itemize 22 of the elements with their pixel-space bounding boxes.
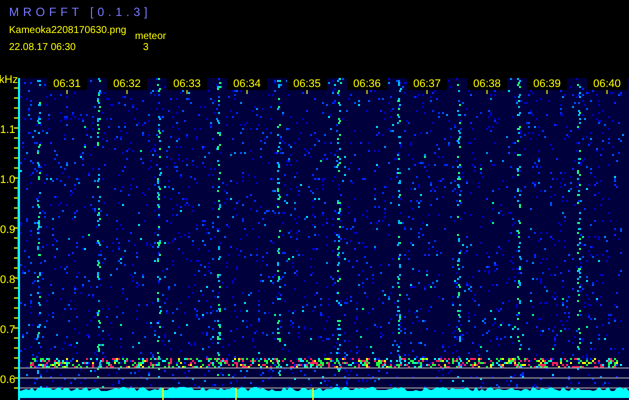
app-title: MROFFT [0.1.3]	[9, 4, 152, 20]
count-label: meteor	[135, 30, 166, 43]
time-label: 06:40	[587, 78, 627, 90]
time-label: 06:31	[47, 78, 87, 90]
meteor-count: 3	[143, 41, 149, 54]
time-label: 06:39	[527, 78, 567, 90]
time-label: 06:34	[227, 78, 267, 90]
frequency-label: 0.8	[0, 273, 14, 287]
frequency-label: 1.0	[0, 173, 14, 187]
time-label: 06:36	[347, 78, 387, 90]
time-label: 06:37	[407, 78, 447, 90]
file-name: Kameoka2208170630.png	[9, 24, 126, 37]
unit-label: kHz	[0, 74, 19, 86]
time-label: 06:32	[107, 78, 147, 90]
frequency-label: 1.1	[0, 123, 14, 137]
time-label: 06:38	[467, 78, 507, 90]
frequency-label: 0.9	[0, 223, 14, 237]
frequency-label: 0.6	[0, 373, 14, 387]
time-label: 06:33	[167, 78, 207, 90]
frequency-label: 0.7	[0, 323, 14, 337]
start-time: 22.08.17 06:30	[9, 41, 76, 54]
time-label: 06:35	[287, 78, 327, 90]
